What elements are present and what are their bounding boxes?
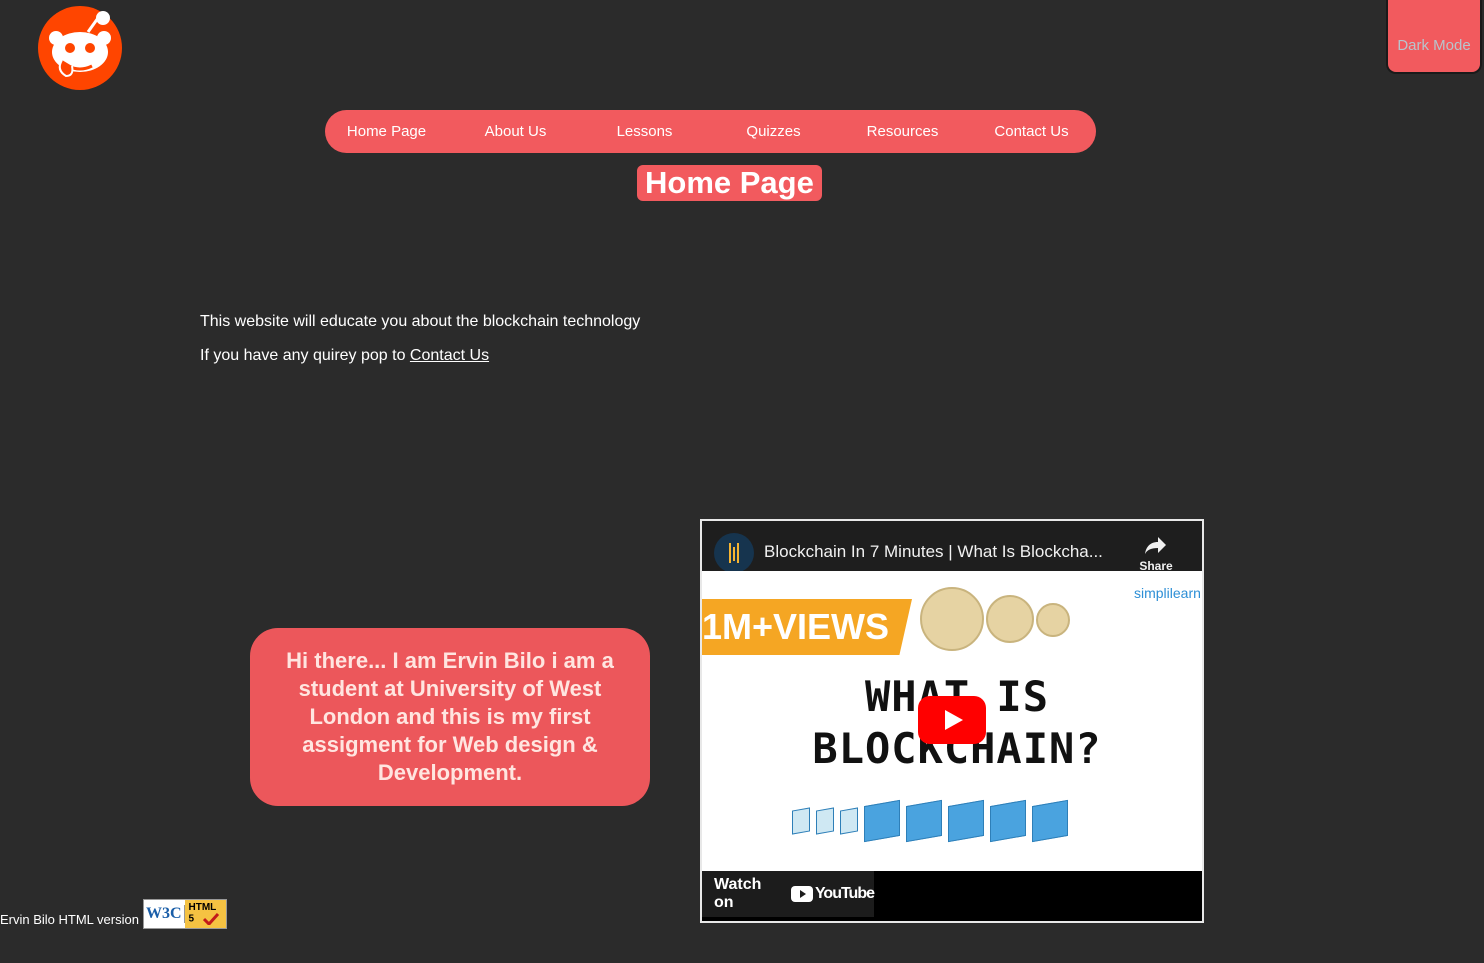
html5-check-icon[interactable]: W3C HTML 5	[142, 899, 227, 929]
channel-avatar[interactable]	[714, 533, 754, 573]
share-icon	[1145, 537, 1166, 554]
youtube-label: YouTube	[814, 885, 875, 902]
nav-item-home[interactable]: Home Page	[322, 123, 451, 140]
contact-prefix: If you have any quirey pop to	[200, 347, 410, 364]
coin-illustration	[920, 587, 1070, 651]
nav-item-about[interactable]: About Us	[451, 123, 580, 140]
footer-text: Ervin Bilo HTML version	[0, 912, 139, 927]
watch-on-label: Watch on	[714, 876, 762, 911]
youtube-embed[interactable]: Blockchain In 7 Minutes | What Is Blockc…	[700, 519, 1204, 923]
dark-mode-button[interactable]: Dark Mode	[1386, 0, 1482, 74]
blockchain-cubes	[792, 799, 1068, 843]
watch-on-youtube-button[interactable]: Watch on YouTube	[702, 871, 875, 917]
nav-item-contact[interactable]: Contact Us	[967, 123, 1096, 140]
play-icon[interactable]	[918, 696, 986, 744]
share-button[interactable]: Share	[1132, 535, 1180, 573]
contact-us-link[interactable]: Contact Us	[410, 347, 489, 364]
nav-item-lessons[interactable]: Lessons	[580, 123, 709, 140]
video-footer: Watch on YouTube	[702, 871, 1202, 921]
video-header: Blockchain In 7 Minutes | What Is Blockc…	[702, 521, 1202, 573]
bio-bubble: Hi there... I am Ervin Bilo i am a stude…	[250, 628, 650, 806]
youtube-icon: YouTube	[790, 885, 875, 903]
nav-item-quizzes[interactable]: Quizzes	[709, 123, 838, 140]
video-title[interactable]: Blockchain In 7 Minutes | What Is Blockc…	[764, 542, 1103, 562]
contact-line: If you have any quirey pop to Contact Us	[200, 346, 640, 365]
w3c-label: W3C	[144, 905, 185, 923]
nav-item-resources[interactable]: Resources	[838, 123, 967, 140]
reddit-logo-icon[interactable]	[36, 4, 124, 92]
footer: Ervin Bilo HTML version W3C HTML 5	[0, 899, 227, 929]
intro-section: This website will educate you about the …	[200, 312, 640, 380]
page-title: Home Page	[637, 165, 822, 201]
html5-label: HTML 5	[184, 900, 226, 928]
intro-text: This website will educate you about the …	[200, 313, 641, 330]
main-nav: Home Page About Us Lessons Quizzes Resou…	[325, 110, 1096, 153]
page: Dark Mode Home Page About Us Lessons Qui…	[0, 0, 1484, 963]
video-thumbnail[interactable]: 1M+VIEWS simplilearn WHAT IS BLOCKCHAIN?	[702, 571, 1202, 871]
views-banner: 1M+VIEWS	[702, 599, 912, 655]
brand-label: simplilearn	[1134, 585, 1201, 601]
